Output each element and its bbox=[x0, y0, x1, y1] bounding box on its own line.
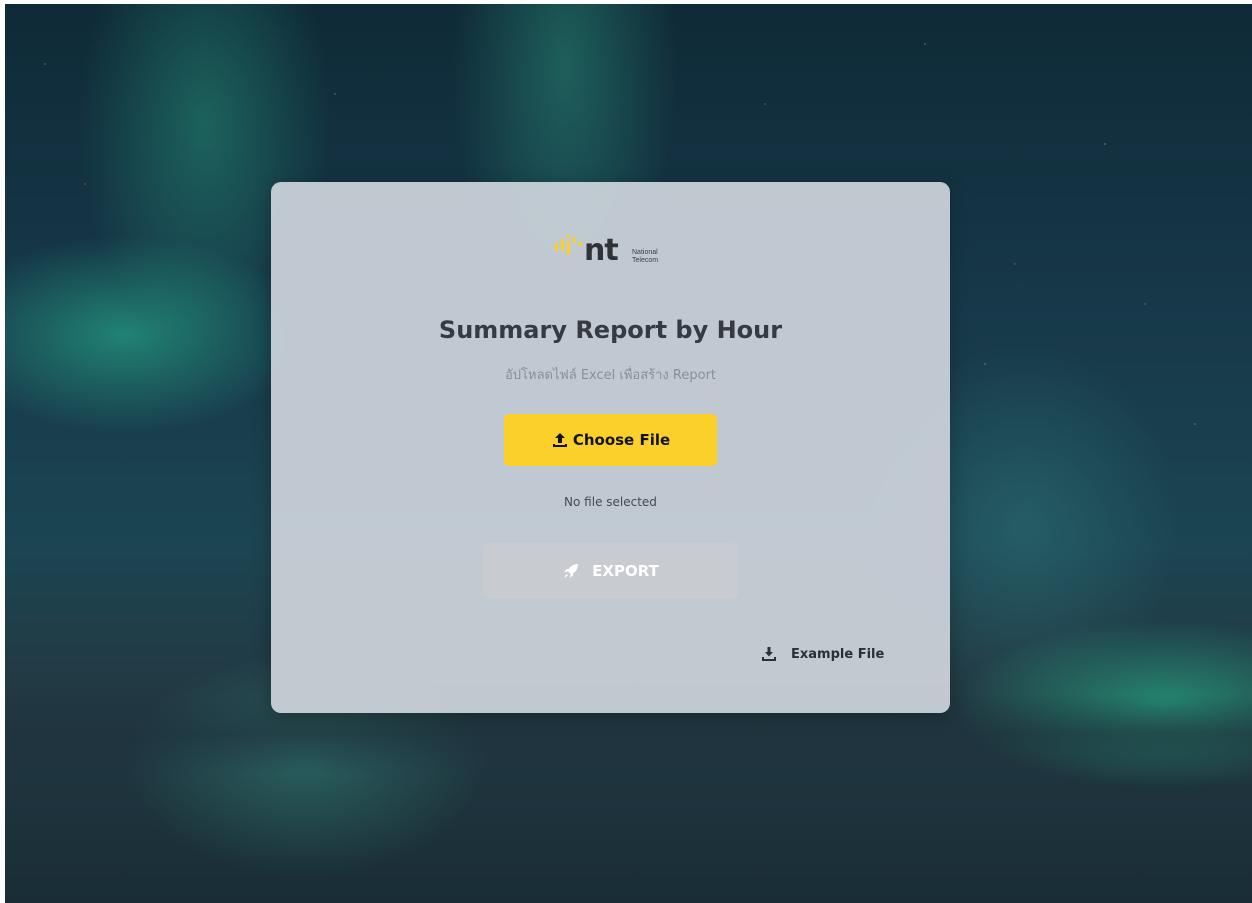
aurora-background: nt National Telecom Summary Report by Ho… bbox=[5, 4, 1252, 903]
logo-brand-line1: National bbox=[632, 249, 658, 256]
logo-brand-name: National Telecom bbox=[632, 249, 692, 265]
page-title: Summary Report by Hour bbox=[438, 316, 783, 344]
file-status-text: No file selected bbox=[564, 495, 657, 509]
choose-file-label: Choose File bbox=[572, 431, 671, 449]
export-label: EXPORT bbox=[592, 562, 659, 580]
page-subtitle: อัปโหลดไฟล์ Excel เพื่อสร้าง Report bbox=[504, 368, 717, 383]
example-file-label: Example File bbox=[791, 646, 885, 662]
choose-file-button[interactable]: Choose File bbox=[504, 414, 717, 466]
logo-wordmark: nt bbox=[584, 233, 619, 268]
nt-logo: nt National Telecom bbox=[554, 228, 684, 272]
rocket-icon bbox=[564, 564, 579, 578]
upload-card: nt National Telecom Summary Report by Ho… bbox=[271, 182, 950, 713]
upload-icon bbox=[552, 433, 567, 447]
logo-brand-line2: Telecom bbox=[632, 257, 659, 264]
download-icon bbox=[762, 647, 776, 661]
example-file-link[interactable]: Example File bbox=[761, 642, 884, 666]
export-button[interactable]: EXPORT bbox=[483, 543, 738, 599]
